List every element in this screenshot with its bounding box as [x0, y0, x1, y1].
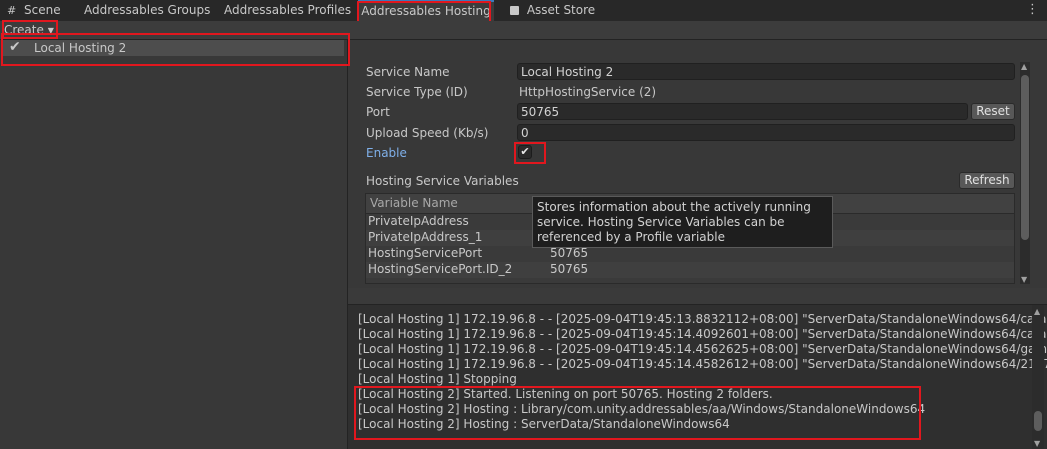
dropdown-arrow-icon: ▼	[47, 26, 54, 35]
tab-label: Asset Store	[526, 3, 596, 17]
tab-addressables-hosting[interactable]: Addressables Hosting	[358, 0, 494, 22]
refresh-button[interactable]: Refresh	[959, 172, 1015, 189]
tab-asset-store[interactable]: Asset Store	[510, 0, 595, 21]
scroll-down-icon: ▼	[1034, 439, 1041, 448]
panel-splitter[interactable]	[348, 288, 1047, 305]
shopping-bag-icon	[510, 6, 519, 15]
checkmark-icon: ✔	[9, 39, 21, 55]
log-line: [Local Hosting 1] Stopping	[358, 372, 517, 386]
tab-label: Addressables Hosting	[361, 4, 491, 18]
variable-name-header: Variable Name	[370, 196, 458, 210]
scroll-thumb[interactable]	[1034, 411, 1042, 431]
tab-label: Addressables Groups	[84, 3, 211, 17]
reset-button[interactable]: Reset	[971, 103, 1015, 120]
log-line: [Local Hosting 1] 172.19.96.8 - - [2025-…	[358, 342, 1047, 356]
create-dropdown[interactable]: Create ▼	[4, 22, 54, 38]
variable-value: 50765	[550, 246, 589, 260]
services-list: ✔ Local Hosting 2	[0, 39, 348, 449]
scroll-up-icon: ▲	[1021, 62, 1028, 71]
variable-value: 50765	[550, 262, 589, 276]
table-row[interactable]: HostingServicePort.ID_2 50765	[366, 262, 1014, 278]
variables-tooltip: Stores information about the actively ru…	[532, 196, 833, 248]
tab-label: Scene	[24, 3, 61, 17]
upload-speed-field[interactable]: 0	[517, 124, 1015, 141]
upload-speed-label: Upload Speed (Kb/s)	[366, 126, 489, 140]
more-options-icon[interactable]: ⋮	[1026, 3, 1039, 17]
variable-name: HostingServicePort	[368, 246, 483, 260]
service-type-label: Service Type (ID)	[366, 85, 468, 99]
create-label: Create	[4, 23, 44, 37]
service-name-field[interactable]: Local Hosting 2	[517, 63, 1015, 80]
port-label: Port	[366, 105, 390, 119]
toolbar: Create ▼	[0, 21, 1047, 40]
variable-name: PrivateIpAddress	[368, 214, 469, 228]
enable-label: Enable	[366, 146, 407, 160]
log-line: [Local Hosting 1] 172.19.96.8 - - [2025-…	[358, 312, 1047, 326]
tab-addressables-groups[interactable]: Addressables Groups	[84, 0, 210, 21]
tab-label: Addressables Profiles	[224, 3, 352, 17]
port-field[interactable]: 50765	[517, 103, 968, 120]
scroll-up-icon: ▲	[1034, 307, 1041, 316]
grid-icon: #	[7, 4, 17, 17]
window-tab-bar: # Scene Addressables Groups Addressables…	[0, 0, 1047, 22]
enable-checkbox[interactable]: ✔	[518, 145, 532, 159]
variable-name: PrivateIpAddress_1	[368, 230, 483, 244]
log-scrollbar[interactable]: ▲ ▼	[1032, 305, 1044, 449]
tooltip-line: service. Hosting Service Variables can b…	[537, 215, 785, 229]
tooltip-line: referenced by a Profile variable	[537, 230, 725, 244]
log-line: [Local Hosting 1] 172.19.96.8 - - [2025-…	[358, 327, 1047, 341]
tab-addressables-profiles[interactable]: Addressables Profiles	[224, 0, 351, 21]
log-line: [Local Hosting 2] Started. Listening on …	[358, 387, 773, 401]
service-type-value: HttpHostingService (2)	[519, 85, 657, 99]
service-name-label: Service Name	[366, 65, 450, 79]
table-row[interactable]: HostingServicePort 50765	[366, 246, 1014, 262]
log-line: [Local Hosting 1] 172.19.96.8 - - [2025-…	[358, 357, 1047, 371]
scroll-down-icon: ▼	[1021, 275, 1028, 284]
inspector-scrollbar[interactable]: ▲ ▼	[1020, 62, 1030, 284]
tab-scene[interactable]: # Scene	[7, 0, 61, 21]
tooltip-line: Stores information about the actively ru…	[537, 200, 811, 214]
variable-name: HostingServicePort.ID_2	[368, 262, 513, 276]
service-label: Local Hosting 2	[34, 41, 127, 55]
log-line: [Local Hosting 2] Hosting : ServerData/S…	[358, 417, 730, 431]
service-item-local-hosting-2[interactable]: ✔ Local Hosting 2	[3, 39, 344, 56]
log-line: [Local Hosting 2] Hosting : Library/com.…	[358, 402, 926, 416]
variables-label: Hosting Service Variables	[366, 174, 519, 188]
scroll-thumb[interactable]	[1021, 75, 1029, 240]
